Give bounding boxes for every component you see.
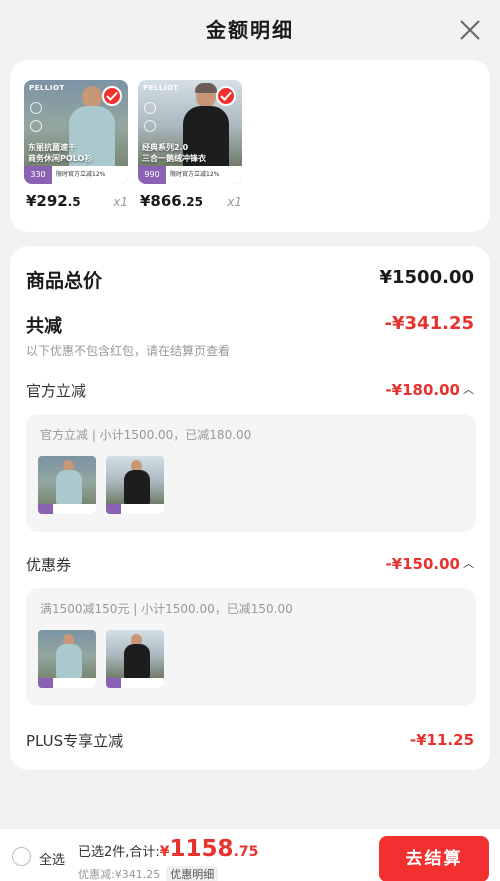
official-discount-label: 官方立减 — [26, 382, 87, 400]
select-all-label[interactable]: 全选 — [39, 849, 65, 868]
close-icon[interactable] — [458, 18, 482, 42]
chevron-up-icon: ︿ — [463, 383, 474, 396]
feature-badge-icon — [144, 102, 156, 114]
product-image[interactable]: PELLIOT 东丽抗菌速干 商务休闲POLO衫 330 限时官方立减12% — [24, 80, 128, 184]
total-value: ¥1500.00 — [379, 267, 474, 288]
coupon-label: 优惠券 — [26, 556, 72, 574]
checked-icon[interactable] — [102, 86, 122, 106]
promo-tag: 990 限时官方立减12% — [138, 166, 242, 184]
sheet-header: 金额明细 — [0, 0, 500, 58]
product-image[interactable]: PELLIOT 经典系列2.0 三合一鹅绒冲锋衣 990 限时官方立减12% — [138, 80, 242, 184]
mini-product-polo — [38, 630, 96, 688]
coupon-toggle[interactable]: -¥150.00 ︿ — [385, 555, 474, 573]
promo-tag: 330 限时官方立减12% — [24, 166, 128, 184]
product-item-polo[interactable]: PELLIOT 东丽抗菌速干 商务休闲POLO衫 330 限时官方立减12% ¥… — [24, 80, 128, 210]
brand-logo: PELLIOT — [29, 84, 65, 92]
total-label: 商品总价 — [26, 270, 103, 292]
coupon-detail-text: 满1500减150元 | 小计1500.00，已减150.00 — [40, 602, 293, 616]
checkout-bar: 全选 已选2件,合计:¥1158.75 优惠减:¥341.25 优惠明细 去结算 — [0, 828, 500, 881]
savings-text: 优惠减:¥341.25 — [78, 868, 161, 881]
brand-logo: PELLIOT — [143, 84, 179, 92]
image-caption: 东丽抗菌速干 商务休闲POLO衫 — [28, 143, 93, 163]
sheet-title: 金额明细 — [206, 18, 294, 42]
product-quantity: x1 — [113, 195, 128, 209]
checked-icon[interactable] — [216, 86, 236, 106]
product-quantity: x1 — [227, 195, 242, 209]
feature-badge-icon — [144, 120, 156, 132]
mini-product-polo — [38, 456, 96, 514]
checkout-button[interactable]: 去结算 — [379, 836, 489, 881]
plus-discount-label: PLUS专享立减 — [26, 732, 124, 750]
product-price: ¥292.5 — [26, 192, 81, 210]
image-caption: 经典系列2.0 三合一鹅绒冲锋衣 — [142, 143, 206, 163]
official-discount-toggle[interactable]: -¥180.00 ︿ — [385, 381, 474, 399]
product-item-jacket[interactable]: PELLIOT 经典系列2.0 三合一鹅绒冲锋衣 990 限时官方立减12% ¥… — [138, 80, 242, 210]
total-summary: 已选2件,合计:¥1158.75 — [78, 836, 259, 862]
savings-summary: 优惠减:¥341.25 优惠明细 — [78, 866, 219, 881]
mini-product-jacket — [106, 456, 164, 514]
discount-value: -¥341.25 — [384, 313, 474, 334]
discount-note: 以下优惠不包含红包，请在结算页查看 — [26, 344, 231, 358]
discount-label: 共减 — [26, 316, 62, 337]
price-breakdown-card: 商品总价 ¥1500.00 共减 -¥341.25 以下优惠不包含红包，请在结算… — [10, 246, 490, 770]
feature-badge-icon — [30, 102, 42, 114]
plus-discount-value: -¥11.25 — [409, 731, 474, 749]
discount-detail-link[interactable]: 优惠明细 — [166, 866, 219, 881]
official-discount-detail: 官方立减 | 小计1500.00，已减180.00 — [26, 414, 476, 532]
selected-products-card: PELLIOT 东丽抗菌速干 商务休闲POLO衫 330 限时官方立减12% ¥… — [10, 60, 490, 232]
product-price: ¥866.25 — [140, 192, 204, 210]
coupon-detail: 满1500减150元 | 小计1500.00，已减150.00 — [26, 588, 476, 706]
feature-badge-icon — [30, 120, 42, 132]
select-all-radio[interactable] — [12, 847, 31, 866]
official-discount-detail-text: 官方立减 | 小计1500.00，已减180.00 — [40, 428, 252, 442]
mini-product-jacket — [106, 630, 164, 688]
chevron-up-icon: ︿ — [463, 557, 474, 570]
